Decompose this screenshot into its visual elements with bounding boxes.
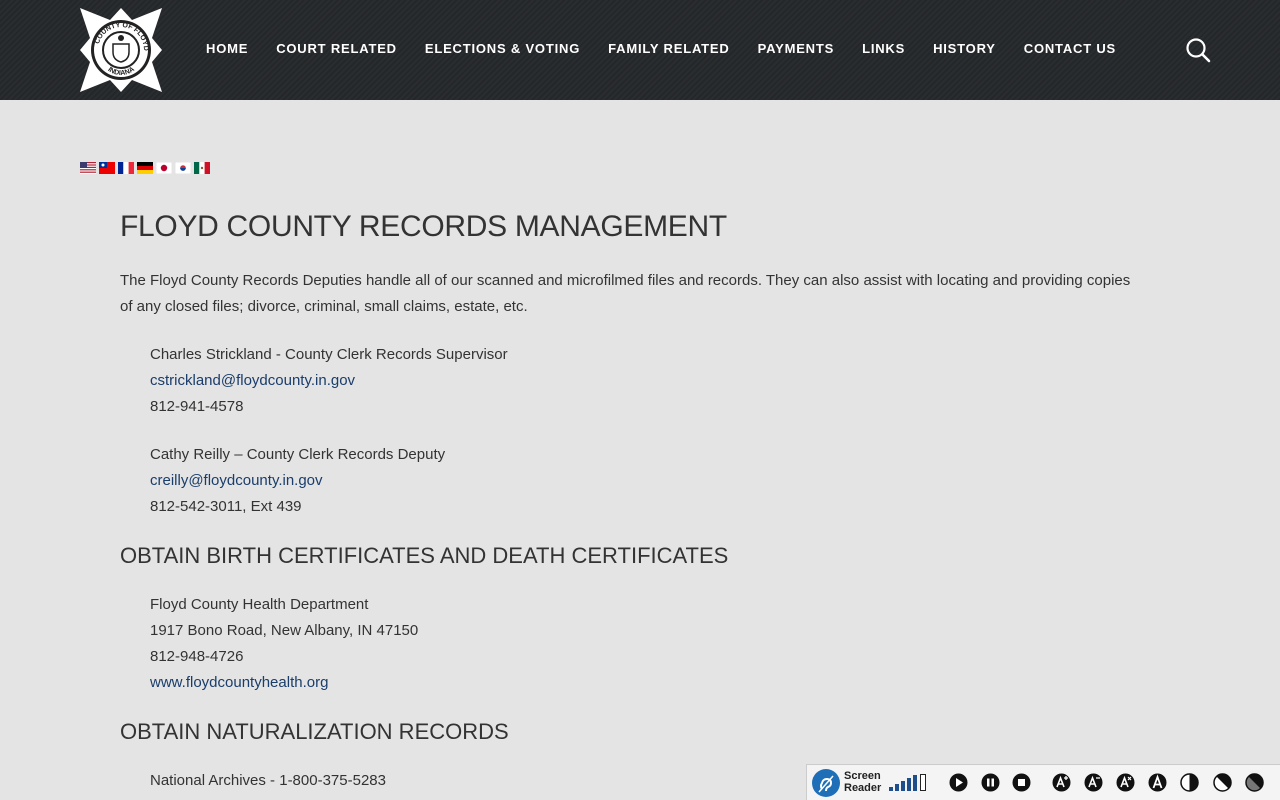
contact-card: Charles Strickland - County Clerk Record… (150, 342, 1140, 420)
health-dept-phone: 812-948-4726 (150, 648, 244, 665)
language-flags (80, 162, 210, 174)
contact-phone: 812-542-3011, Ext 439 (150, 498, 302, 515)
naturalization-heading: OBTAIN NATURALIZATION RECORDS (120, 719, 509, 744)
volume-bar (901, 781, 905, 791)
screen-reader-label: Screen Reader (844, 770, 884, 794)
nav-links[interactable]: LINKS (848, 38, 919, 60)
intro-paragraph: The Floyd County Records Deputies handle… (120, 272, 1131, 315)
nav-contact-us[interactable]: CONTACT US (1010, 38, 1130, 60)
flag-korean-icon[interactable] (175, 162, 191, 174)
main-nav: HOME COURT RELATED ELECTIONS & VOTING FA… (192, 38, 1130, 60)
nav-court-related[interactable]: COURT RELATED (262, 38, 411, 60)
volume-bar (907, 778, 911, 791)
flag-french-icon[interactable] (118, 162, 134, 174)
volume-bar (913, 775, 917, 791)
font-style-icon[interactable] (1148, 773, 1167, 792)
main-content: FLOYD COUNTY RECORDS MANAGEMENT The Floy… (120, 208, 1140, 794)
invert-colors-icon[interactable] (1213, 773, 1232, 792)
contact-email-link[interactable]: cstrickland@floydcounty.in.gov (150, 368, 1140, 394)
volume-bar (889, 787, 893, 791)
flag-chinese-traditional-icon[interactable] (99, 162, 115, 174)
site-header: COUNTY OF FLOYD INDIANA HOME COURT RELAT… (0, 0, 1280, 100)
flag-japanese-icon[interactable] (156, 162, 172, 174)
contact-phone: 812-941-4578 (150, 398, 244, 415)
county-seal-logo[interactable]: COUNTY OF FLOYD INDIANA (80, 8, 162, 92)
volume-bar (895, 784, 899, 791)
health-dept-name: Floyd County Health Department (150, 596, 369, 613)
birth-death-heading: OBTAIN BIRTH CERTIFICATES AND DEATH CERT… (120, 543, 729, 568)
screen-reader-label-line2: Reader (844, 782, 882, 794)
decrease-font-icon[interactable] (1084, 773, 1103, 792)
contrast-icon[interactable] (1180, 773, 1199, 792)
health-dept-website-link[interactable]: www.floydcountyhealth.org (150, 670, 1140, 696)
flag-english-icon[interactable] (80, 162, 96, 174)
pause-icon[interactable] (981, 773, 1000, 792)
stop-icon[interactable] (1012, 773, 1031, 792)
contact-name: Cathy Reilly – County Clerk Records Depu… (150, 446, 446, 463)
flag-german-icon[interactable] (137, 162, 153, 174)
health-department-info: Floyd County Health Department 1917 Bono… (150, 592, 1140, 696)
contact-card: Cathy Reilly – County Clerk Records Depu… (150, 442, 1140, 520)
reset-font-icon[interactable] (1116, 773, 1135, 792)
nav-history[interactable]: HISTORY (919, 38, 1010, 60)
nav-home[interactable]: HOME (192, 38, 262, 60)
screen-reader-logo-icon[interactable] (811, 768, 841, 798)
search-icon[interactable] (1184, 36, 1212, 64)
volume-bars[interactable] (889, 774, 926, 791)
page-title: FLOYD COUNTY RECORDS MANAGEMENT (120, 210, 727, 243)
nav-elections-voting[interactable]: ELECTIONS & VOTING (411, 38, 594, 60)
increase-font-icon[interactable] (1052, 773, 1071, 792)
nav-family-related[interactable]: FAMILY RELATED (594, 38, 743, 60)
flag-spanish-icon[interactable] (194, 162, 210, 174)
health-dept-address: 1917 Bono Road, New Albany, IN 47150 (150, 622, 419, 639)
play-icon[interactable] (949, 773, 968, 792)
contact-email-link[interactable]: creilly@floydcounty.in.gov (150, 468, 1140, 494)
contact-name: Charles Strickland - County Clerk Record… (150, 346, 508, 363)
nav-payments[interactable]: PAYMENTS (744, 38, 848, 60)
screen-reader-label-line1: Screen (844, 770, 881, 782)
grayscale-icon[interactable] (1245, 773, 1264, 792)
screen-reader-toolbar: Screen Reader (806, 764, 1280, 800)
volume-bar-empty (920, 774, 926, 791)
